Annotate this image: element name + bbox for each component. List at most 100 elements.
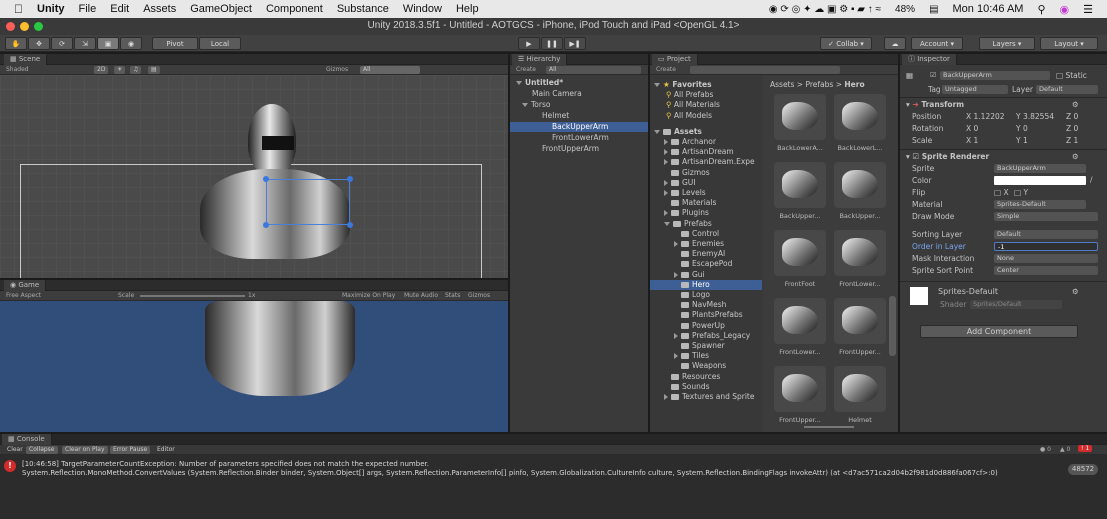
hierarchy-create[interactable]: Create	[516, 66, 536, 73]
siri-icon[interactable]: ◉	[1060, 3, 1070, 16]
sprite-renderer-header[interactable]: ▾ ☑ Sprite Renderer	[906, 152, 989, 161]
error-count[interactable]: ! 1	[1078, 445, 1093, 452]
asset-thumbnail[interactable]	[774, 366, 826, 412]
project-folder[interactable]: Materials	[650, 198, 762, 208]
local-toggle[interactable]: Local	[199, 37, 241, 50]
handle-tl[interactable]	[263, 176, 269, 182]
menu-clock[interactable]: Mon 10:46 AM	[953, 3, 1024, 15]
project-folder[interactable]: Archanor	[650, 137, 762, 147]
pivot-toggle[interactable]: Pivot	[152, 37, 198, 50]
tab-scene[interactable]: ▦ Scene	[4, 54, 48, 65]
console-error-entry[interactable]: [10:46:58] TargetParameterCountException…	[22, 460, 1062, 478]
favorite-item[interactable]: ⚲ All Prefabs	[650, 90, 762, 100]
console-error-pause[interactable]: Error Pause	[110, 446, 151, 454]
rotate-tool-icon[interactable]: ⟳	[51, 37, 73, 50]
menu-assets[interactable]: Assets	[143, 3, 176, 15]
pos-x[interactable]: X 1.12202	[966, 112, 1005, 121]
sorting-layer-dropdown[interactable]: Default	[994, 230, 1098, 239]
component-menu-icon[interactable]: ⚙	[1072, 100, 1079, 109]
warning-count[interactable]: ▲ 0	[1060, 446, 1070, 453]
menu-gameobject[interactable]: GameObject	[190, 3, 252, 15]
asset-thumbnail[interactable]	[834, 298, 886, 344]
project-folder[interactable]: Plugins	[650, 208, 762, 218]
tab-project[interactable]: ▭ Project	[652, 54, 698, 65]
handle-br[interactable]	[347, 222, 353, 228]
console-clear-on-play[interactable]: Clear on Play	[62, 446, 108, 454]
pos-y[interactable]: Y 3.82554	[1016, 112, 1054, 121]
asset-thumbnail[interactable]	[774, 230, 826, 276]
collab-button[interactable]: ✓ Collab ▾	[820, 37, 872, 50]
asset-thumbnail[interactable]	[774, 94, 826, 140]
eyedropper-icon[interactable]: ∕	[1090, 175, 1093, 184]
selection-rect[interactable]	[266, 179, 350, 225]
effects-icon[interactable]: ▤	[148, 66, 160, 74]
project-folder[interactable]: Gizmos	[650, 168, 762, 178]
project-folder[interactable]: Textures and Sprite	[650, 392, 762, 402]
project-folder[interactable]: Prefabs_Legacy	[650, 331, 762, 341]
sprite-field[interactable]: BackUpperArm	[994, 164, 1086, 173]
asset-thumbnail[interactable]	[834, 162, 886, 208]
handle-bl[interactable]	[263, 222, 269, 228]
tab-hierarchy[interactable]: ☰ Hierarchy	[512, 54, 568, 65]
project-folder[interactable]: ArtisanDream	[650, 147, 762, 157]
breadcrumb-assets[interactable]: Assets	[770, 80, 794, 89]
project-folder[interactable]: PowerUp	[650, 321, 762, 331]
project-folder[interactable]: Weapons	[650, 361, 762, 371]
mute-audio[interactable]: Mute Audio	[404, 292, 438, 299]
menu-substance[interactable]: Substance	[337, 3, 389, 15]
notification-icon[interactable]: ☰	[1083, 3, 1093, 16]
favorite-item[interactable]: ⚲ All Models	[650, 111, 762, 121]
rot-y[interactable]: Y 0	[1016, 124, 1028, 133]
move-tool-icon[interactable]: ✥	[28, 37, 50, 50]
project-folder[interactable]: EnemyAI	[650, 249, 762, 259]
mask-interaction-dropdown[interactable]: None	[994, 254, 1098, 263]
rect-tool-icon[interactable]: ▣	[97, 37, 119, 50]
pause-button[interactable]: ❚❚	[541, 37, 563, 50]
material-settings-icon[interactable]: ⚙	[1072, 287, 1079, 296]
lighting-icon[interactable]: ☀	[114, 66, 126, 74]
scene-root[interactable]: Untitled*	[510, 78, 648, 88]
project-folder[interactable]: NavMesh	[650, 300, 762, 310]
status-icons[interactable]: ◉ ⟳ ◎ ✦ ☁ ▣ ⚙ ▪ ▰ ↑ ≈	[769, 4, 881, 15]
menu-file[interactable]: File	[79, 3, 97, 15]
active-checkbox[interactable]: ☑	[930, 71, 936, 79]
step-button[interactable]: ▶❚	[564, 37, 586, 50]
log-count[interactable]: ● 0	[1040, 446, 1051, 453]
hierarchy-item-main-camera[interactable]: Main Camera	[510, 89, 648, 99]
project-folder[interactable]: ArtisanDream.Expe	[650, 157, 762, 167]
hand-tool-icon[interactable]: ✋	[5, 37, 27, 50]
asset-thumbnail[interactable]	[834, 94, 886, 140]
project-folder[interactable]: Enemies	[650, 239, 762, 249]
hierarchy-item-frontlowerarm[interactable]: FrontLowerArm	[510, 133, 648, 143]
asset-thumbnail[interactable]	[834, 366, 886, 412]
battery-percent[interactable]: 48%	[895, 4, 915, 15]
project-folder[interactable]: EscapePod	[650, 259, 762, 269]
layers-dropdown[interactable]: Layers ▾	[979, 37, 1035, 50]
breadcrumb-prefabs[interactable]: Prefabs	[805, 80, 833, 89]
add-component-button[interactable]: Add Component	[920, 325, 1078, 338]
asset-thumbnail[interactable]	[774, 162, 826, 208]
game-gizmos[interactable]: Gizmos	[468, 292, 490, 299]
tab-game[interactable]: ◉ Game	[4, 280, 47, 291]
console-editor[interactable]: Editor	[154, 446, 178, 454]
project-create[interactable]: Create	[656, 66, 676, 73]
menu-app[interactable]: Unity	[37, 3, 65, 15]
menu-help[interactable]: Help	[456, 3, 479, 15]
handle-tr[interactable]	[347, 176, 353, 182]
project-folder[interactable]: Control	[650, 229, 762, 239]
project-folder[interactable]: Levels	[650, 188, 762, 198]
aspect-dropdown[interactable]: Free Aspect	[6, 292, 41, 299]
project-folder[interactable]: Spawner	[650, 341, 762, 351]
order-in-layer-input[interactable]: -1	[994, 242, 1098, 251]
asset-scrollbar[interactable]	[889, 296, 896, 356]
project-folder[interactable]: Prefabs	[650, 219, 762, 229]
scale-y[interactable]: Y 1	[1016, 136, 1028, 145]
favorites-header[interactable]: ★ Favorites	[650, 80, 762, 90]
tag-dropdown[interactable]: Untagged	[942, 85, 1008, 94]
asset-thumbnail[interactable]	[834, 230, 886, 276]
scale-z[interactable]: Z 1	[1066, 136, 1078, 145]
hierarchy-search[interactable]: All	[546, 66, 641, 74]
cloud-icon[interactable]: ☁	[884, 37, 906, 50]
object-name-field[interactable]: BackUpperArm	[940, 71, 1050, 80]
menu-component[interactable]: Component	[266, 3, 323, 15]
